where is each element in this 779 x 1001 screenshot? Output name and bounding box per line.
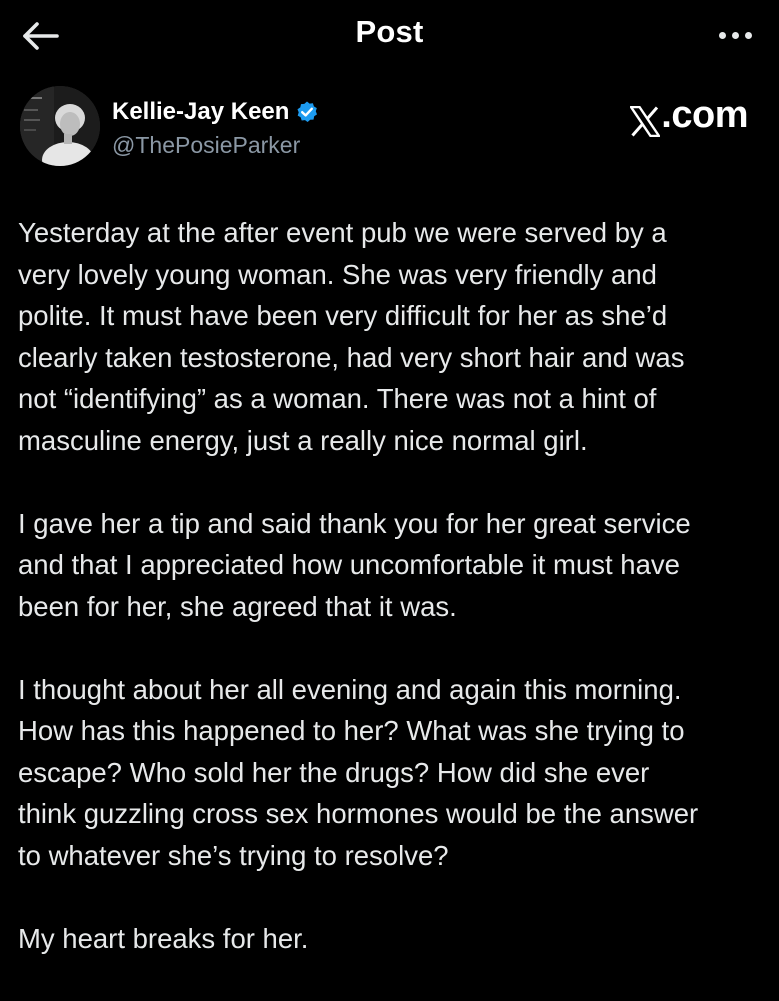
verified-badge-icon xyxy=(297,101,318,122)
post-paragraph: I thought about her all evening and agai… xyxy=(18,673,699,871)
x-com-watermark: .com xyxy=(630,94,748,137)
post-author: Kellie-Jay Keen @ThePosieParker .com xyxy=(20,86,760,170)
post-text: Yesterday at the after event pub we were… xyxy=(18,212,763,1001)
more-options-button[interactable] xyxy=(713,20,757,50)
page-title: Post xyxy=(355,14,424,49)
x-logo-icon xyxy=(630,106,661,137)
avatar-photo xyxy=(20,86,100,166)
post-paragraph: My heart breaks for her. xyxy=(18,922,309,954)
top-bar: Post xyxy=(0,0,779,72)
more-horizontal-icon xyxy=(718,31,726,39)
watermark-text: .com xyxy=(661,94,748,136)
post-paragraph: Yesterday at the after event pub we were… xyxy=(18,217,685,456)
author-handle[interactable]: @ThePosieParker xyxy=(112,132,300,159)
avatar[interactable] xyxy=(20,86,100,166)
author-name[interactable]: Kellie-Jay Keen xyxy=(112,98,289,126)
post-paragraph: I gave her a tip and said thank you for … xyxy=(18,507,691,622)
